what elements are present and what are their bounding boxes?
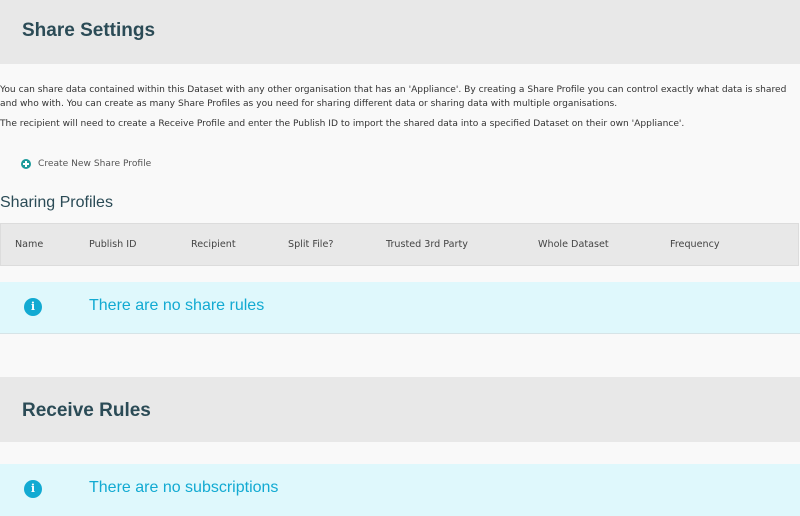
column-header-trusted-3rd-party[interactable]: Trusted 3rd Party bbox=[386, 239, 468, 250]
column-header-recipient[interactable]: Recipient bbox=[191, 239, 236, 250]
no-subscriptions-alert: i There are no subscriptions bbox=[0, 464, 800, 516]
no-subscriptions-message: There are no subscriptions bbox=[89, 479, 279, 496]
plus-circle-icon bbox=[21, 159, 31, 169]
column-header-publish-id[interactable]: Publish ID bbox=[89, 239, 136, 250]
column-header-frequency[interactable]: Frequency bbox=[670, 239, 720, 250]
column-header-whole-dataset[interactable]: Whole Dataset bbox=[538, 239, 609, 250]
info-icon: i bbox=[24, 298, 42, 316]
share-settings-title: Share Settings bbox=[22, 20, 156, 41]
no-share-rules-alert: i There are no share rules bbox=[0, 282, 800, 334]
receive-rules-title: Receive Rules bbox=[22, 400, 151, 421]
share-settings-header: Share Settings bbox=[0, 0, 800, 64]
recipient-description: The recipient will need to create a Rece… bbox=[0, 119, 685, 129]
receive-rules-header: Receive Rules bbox=[0, 377, 800, 442]
create-share-profile-label: Create New Share Profile bbox=[38, 159, 152, 169]
sharing-profiles-title: Sharing Profiles bbox=[0, 194, 113, 211]
sharing-profiles-table-header: Name Publish ID Recipient Split File? Tr… bbox=[0, 223, 799, 266]
no-share-rules-message: There are no share rules bbox=[89, 297, 265, 314]
share-description: You can share data contained within this… bbox=[0, 85, 787, 109]
info-icon: i bbox=[24, 480, 42, 498]
column-header-name[interactable]: Name bbox=[15, 239, 43, 250]
create-share-profile-link[interactable]: Create New Share Profile bbox=[21, 159, 151, 169]
column-header-split-file[interactable]: Split File? bbox=[288, 239, 333, 250]
